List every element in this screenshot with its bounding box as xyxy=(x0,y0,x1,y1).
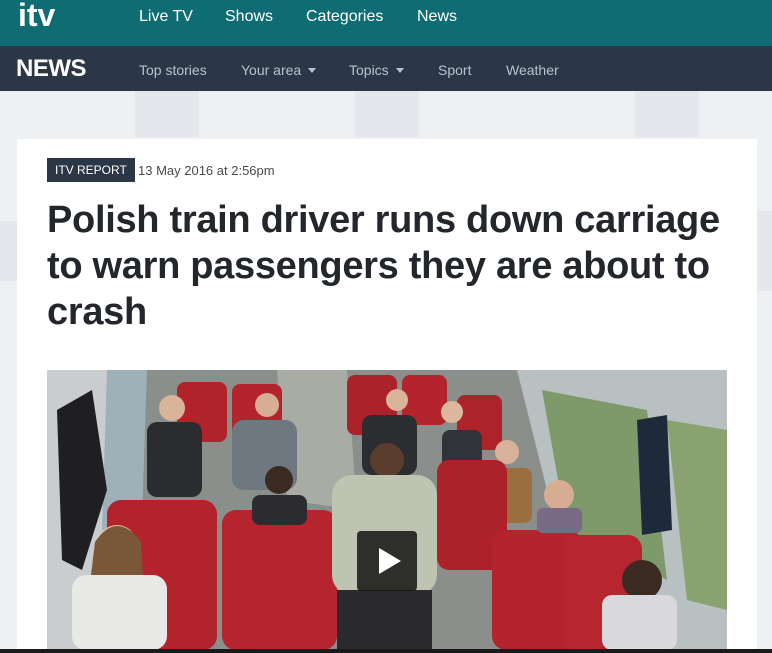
article-headline: Polish train driver runs down carriage t… xyxy=(47,199,720,333)
news-nav-topics[interactable]: Topics xyxy=(349,62,404,78)
news-bar: NEWS Top stories Your area Topics Sport … xyxy=(0,46,772,91)
news-nav-your-area[interactable]: Your area xyxy=(241,62,317,78)
video-thumbnail xyxy=(47,370,727,650)
nav-news[interactable]: News xyxy=(417,8,457,26)
chevron-down-icon xyxy=(395,67,404,73)
news-logo[interactable]: NEWS xyxy=(16,55,87,83)
bottom-edge xyxy=(0,649,772,653)
video-player[interactable] xyxy=(47,370,727,650)
top-bar: itv Live TV Shows Categories News xyxy=(0,0,772,46)
svg-text:itv: itv xyxy=(18,0,56,30)
news-nav-weather[interactable]: Weather xyxy=(506,62,559,78)
report-badge: ITV REPORT xyxy=(47,158,135,182)
nav-live-tv[interactable]: Live TV xyxy=(139,8,193,26)
news-nav-sport[interactable]: Sport xyxy=(438,62,471,78)
itv-logo[interactable]: itv xyxy=(18,0,80,30)
play-button[interactable] xyxy=(357,531,417,591)
news-nav-top-stories[interactable]: Top stories xyxy=(139,62,207,78)
article-date: 13 May 2016 at 2:56pm xyxy=(138,163,275,178)
nav-shows[interactable]: Shows xyxy=(225,8,273,26)
nav-categories[interactable]: Categories xyxy=(306,8,383,26)
chevron-down-icon xyxy=(308,67,317,73)
